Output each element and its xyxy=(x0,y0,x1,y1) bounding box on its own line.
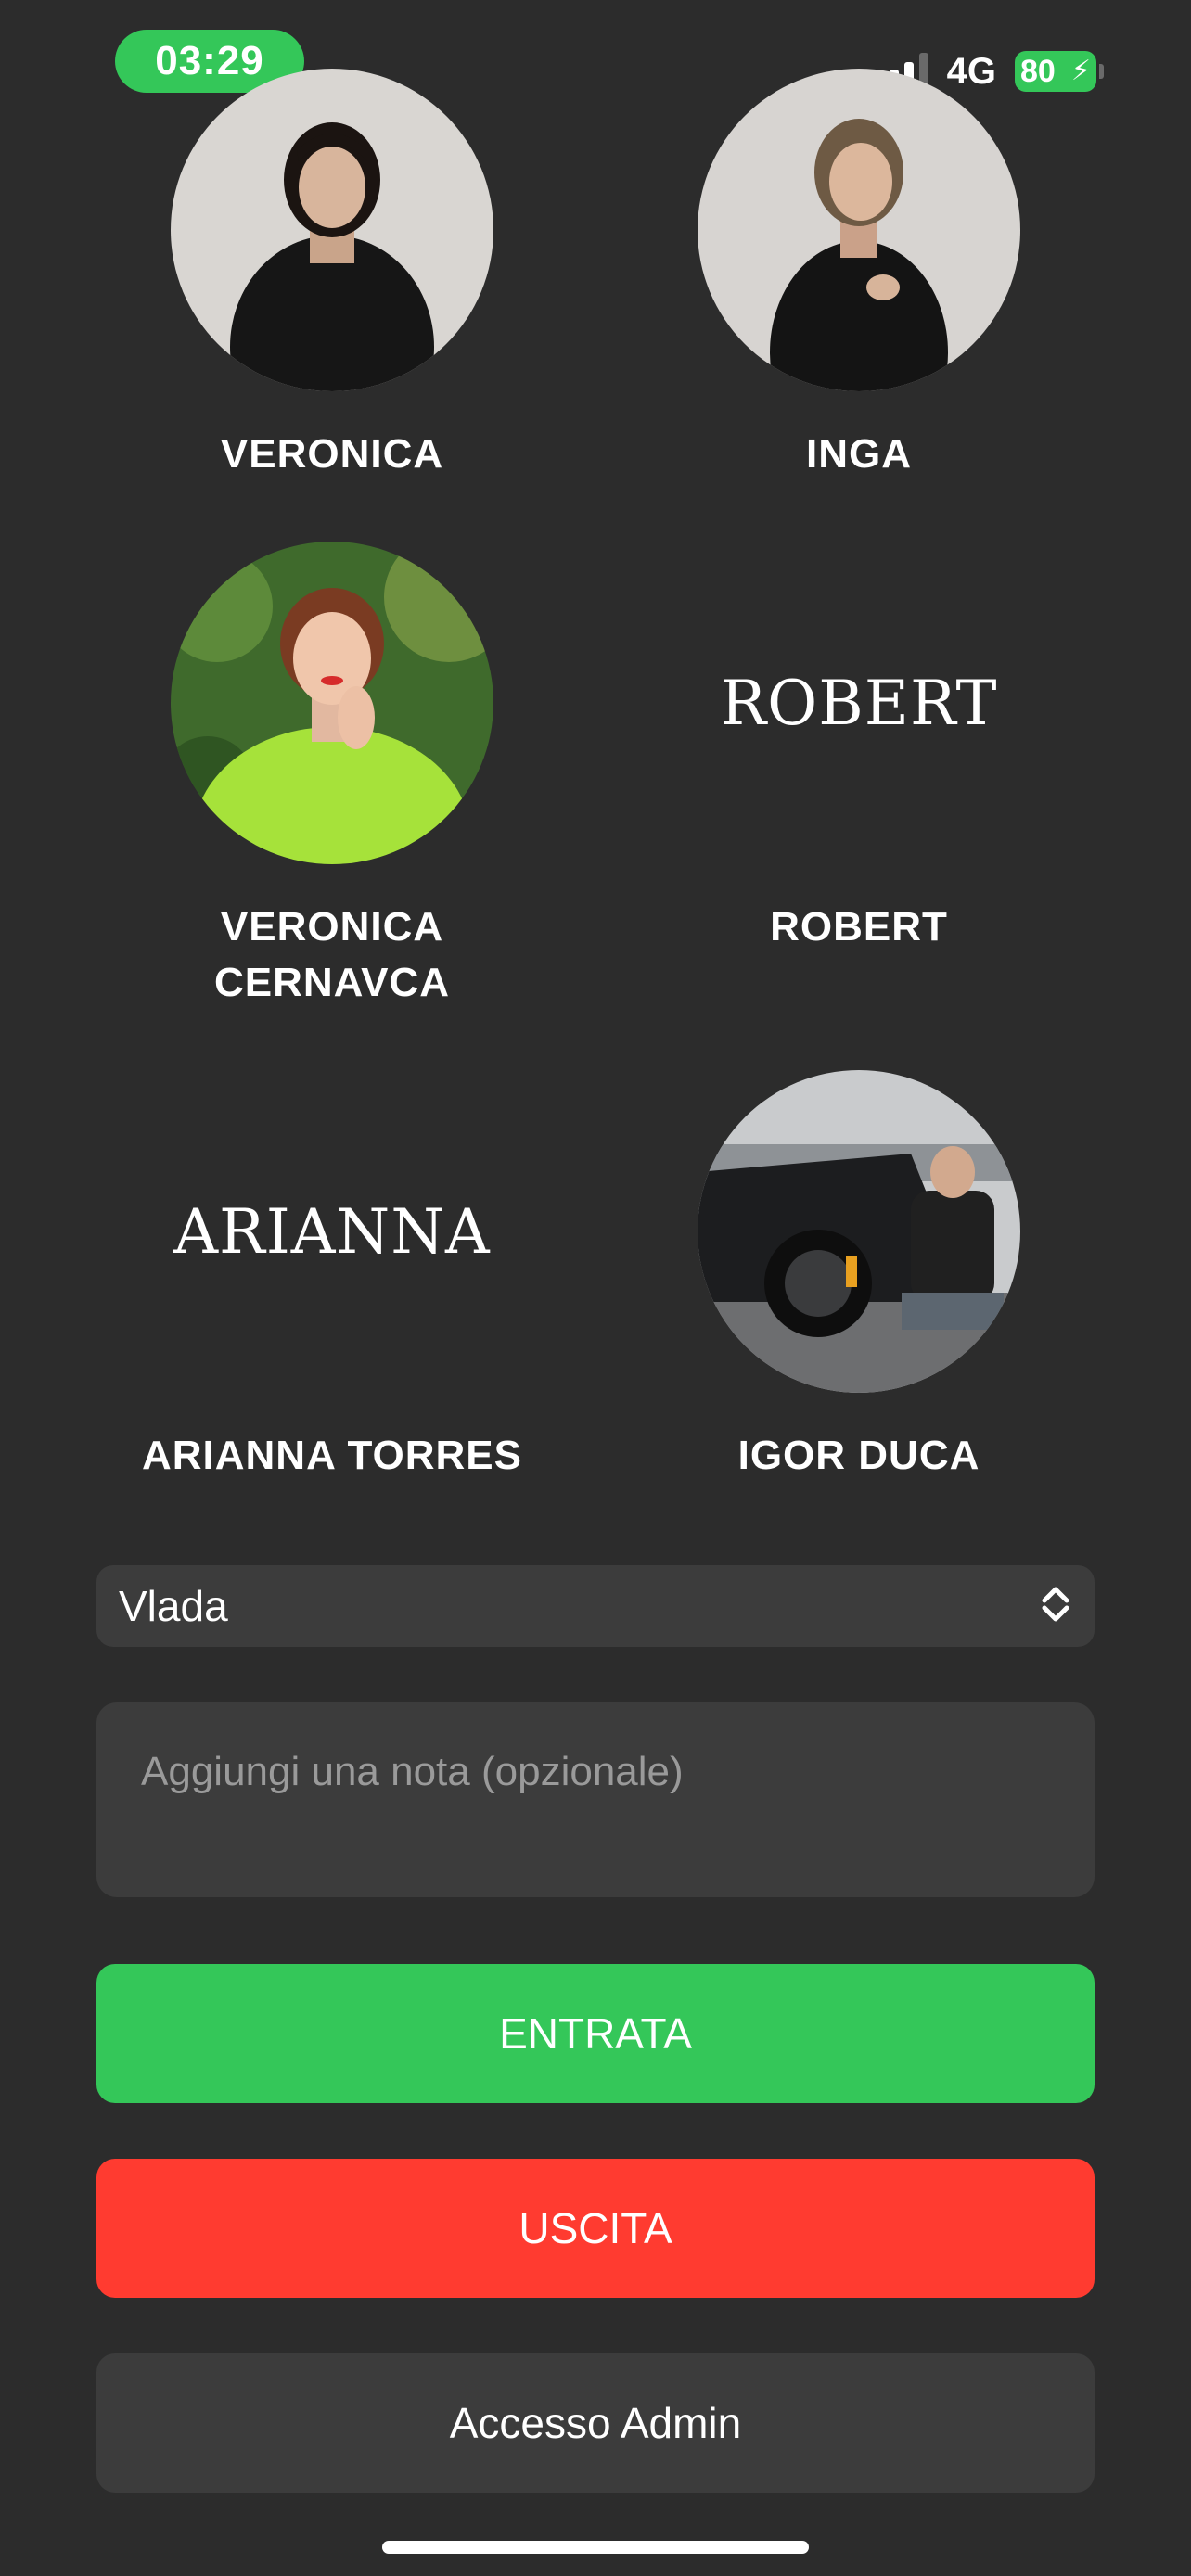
profile-name: VERONICA xyxy=(220,431,444,477)
profile-card-igor-duca[interactable]: IGOR DUCA xyxy=(599,1070,1119,1484)
avatar xyxy=(171,69,493,391)
profile-card-veronica-cernavca[interactable]: VERONICA CERNAVCA xyxy=(72,542,592,1011)
avatar xyxy=(698,69,1020,391)
avatar xyxy=(171,542,493,864)
profile-card-robert[interactable]: ROBERT ROBERT xyxy=(599,542,1119,955)
note-input[interactable]: Aggiungi una nota (opzionale) xyxy=(96,1702,1095,1897)
text-logo: ARIANNA xyxy=(173,1195,491,1268)
profile-name: ARIANNA TORRES xyxy=(141,1433,523,1478)
profile-name: IGOR DUCA xyxy=(737,1433,980,1478)
text-logo: ROBERT xyxy=(720,667,998,739)
profile-name: ROBERT xyxy=(770,904,948,950)
profile-card-veronica[interactable]: VERONICA xyxy=(72,69,592,482)
note-placeholder: Aggiungi una nota (opzionale) xyxy=(141,1749,684,1794)
home-indicator[interactable] xyxy=(382,2541,809,2554)
chevron-up-down-icon xyxy=(1039,1584,1072,1629)
select-value: Vlada xyxy=(119,1582,228,1630)
employee-select[interactable]: Vlada xyxy=(96,1565,1095,1647)
admin-access-button[interactable]: Accesso Admin xyxy=(96,2353,1095,2493)
profile-name: INGA xyxy=(806,431,912,477)
check-in-button[interactable]: ENTRATA xyxy=(96,1964,1095,2103)
profile-card-inga[interactable]: INGA xyxy=(599,69,1119,482)
avatar xyxy=(698,1070,1020,1393)
check-out-button[interactable]: USCITA xyxy=(96,2159,1095,2298)
profile-card-arianna-torres[interactable]: ARIANNA ARIANNA TORRES xyxy=(72,1070,592,1484)
profile-name: VERONICA CERNAVCA xyxy=(213,904,451,1005)
